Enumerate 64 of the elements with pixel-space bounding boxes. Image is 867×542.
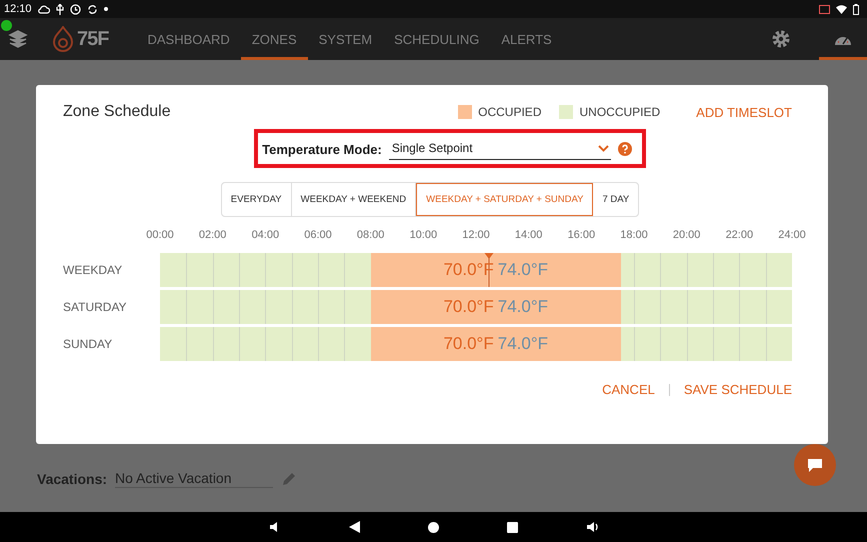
recents-icon[interactable] bbox=[506, 522, 518, 532]
hour-label: 00:00 bbox=[146, 229, 174, 241]
chevron-down-icon bbox=[598, 144, 609, 152]
layers-icon[interactable] bbox=[8, 29, 28, 49]
nav-tab[interactable]: ALERTS bbox=[490, 18, 563, 60]
hour-label: 12:00 bbox=[462, 229, 490, 241]
usb-icon bbox=[56, 4, 64, 14]
heating-setpoint: 70.0°F bbox=[443, 297, 494, 317]
settings-icon[interactable] bbox=[771, 29, 791, 49]
schedule-type-tab[interactable]: 7 DAY bbox=[593, 183, 638, 216]
cooling-setpoint: 74.0°F bbox=[498, 260, 548, 280]
cloud-icon bbox=[38, 4, 50, 14]
schedule-type-tab[interactable]: EVERYDAY bbox=[222, 183, 292, 216]
cancel-button[interactable]: CANCEL bbox=[602, 382, 655, 397]
schedule-type-tab[interactable]: WEEKDAY + SATURDAY + SUNDAY bbox=[416, 183, 594, 216]
flame-logo-icon bbox=[52, 26, 74, 52]
schedule-type-tab[interactable]: WEEKDAY + WEEKEND bbox=[292, 183, 416, 216]
hour-label: 24:00 bbox=[778, 229, 806, 241]
heating-setpoint: 70.0°F bbox=[443, 334, 494, 354]
occupied-timeslot[interactable]: 70.0°F 74.0°F bbox=[370, 327, 621, 361]
dialog-title: Zone Schedule bbox=[63, 103, 171, 121]
cast-icon bbox=[819, 4, 830, 14]
day-label: WEEKDAY bbox=[63, 263, 124, 277]
chat-button[interactable] bbox=[794, 444, 836, 486]
hour-label: 18:00 bbox=[620, 229, 648, 241]
hour-label: 04:00 bbox=[252, 229, 280, 241]
hour-label: 14:00 bbox=[514, 229, 542, 241]
hour-label: 02:00 bbox=[198, 229, 226, 241]
nav-tab[interactable]: DASHBOARD bbox=[136, 18, 241, 60]
back-icon[interactable] bbox=[348, 521, 360, 533]
help-icon[interactable] bbox=[618, 142, 632, 156]
hour-label: 22:00 bbox=[726, 229, 754, 241]
hour-label: 06:00 bbox=[304, 229, 332, 241]
temperature-mode-label: Temperature Mode: bbox=[262, 142, 382, 156]
hour-label: 20:00 bbox=[672, 229, 700, 241]
hour-label: 16:00 bbox=[568, 229, 596, 241]
wifi-icon bbox=[836, 4, 847, 14]
vacation-field[interactable]: No Active Vacation bbox=[115, 470, 274, 488]
volume-up-icon[interactable] bbox=[586, 521, 598, 533]
nav-tab[interactable]: SYSTEM bbox=[308, 18, 384, 60]
legend-label: OCCUPIED bbox=[478, 105, 542, 119]
hour-label: 08:00 bbox=[356, 229, 384, 241]
legend-label: UNOCCUPIED bbox=[579, 105, 660, 119]
add-timeslot-button[interactable]: ADD TIMESLOT bbox=[696, 104, 792, 120]
chat-icon bbox=[807, 458, 823, 472]
dot-icon bbox=[104, 7, 108, 11]
nav-tab[interactable]: SCHEDULING bbox=[383, 18, 490, 60]
day-label: SATURDAY bbox=[63, 300, 128, 314]
temperature-mode-dropdown[interactable]: Single Setpoint bbox=[388, 138, 611, 160]
status-dot-icon bbox=[1, 20, 12, 31]
clock-icon bbox=[70, 4, 81, 14]
day-label: SUNDAY bbox=[63, 337, 114, 351]
cooling-setpoint: 74.0°F bbox=[498, 297, 548, 317]
clock-time: 12:10 bbox=[4, 3, 32, 15]
sync-icon bbox=[86, 4, 98, 14]
cooling-setpoint: 74.0°F bbox=[498, 334, 548, 354]
logo-text: 75F bbox=[77, 28, 108, 50]
occupied-timeslot[interactable]: 70.0°F 74.0°F bbox=[370, 290, 621, 324]
battery-icon bbox=[853, 4, 859, 14]
vacations-label: Vacations: bbox=[37, 471, 108, 487]
hour-label: 10:00 bbox=[410, 229, 438, 241]
home-icon[interactable] bbox=[428, 522, 438, 532]
save-schedule-button[interactable]: SAVE SCHEDULE bbox=[684, 382, 792, 397]
nav-tab[interactable]: ZONES bbox=[240, 18, 308, 60]
